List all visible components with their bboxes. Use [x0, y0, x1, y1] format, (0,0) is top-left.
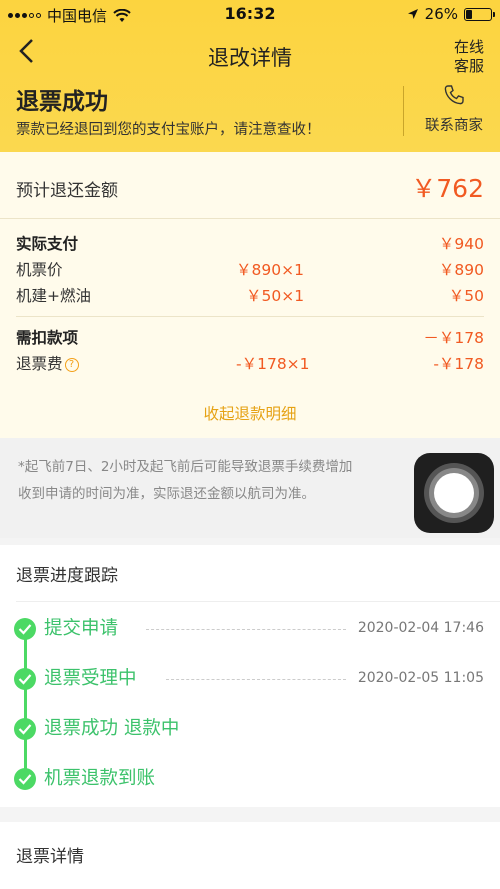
battery-percent: 26% — [424, 5, 458, 23]
divider — [0, 218, 500, 219]
ticket-price-unit: ￥890×1 — [236, 261, 304, 279]
contact-merchant-label: 联系商家 — [425, 118, 483, 134]
phone-icon — [444, 85, 464, 105]
progress-line — [24, 627, 27, 782]
paid-total: ￥940 — [438, 235, 484, 253]
page-title: 退改详情 — [208, 46, 292, 70]
check-icon — [14, 768, 36, 790]
check-icon — [14, 668, 36, 690]
divider — [16, 316, 484, 317]
help-icon[interactable]: ? — [64, 358, 79, 372]
step-dash — [146, 629, 346, 630]
step-label: 退票受理中 — [44, 668, 137, 689]
progress-title: 退票进度跟踪 — [16, 566, 118, 586]
assistive-ring — [434, 473, 474, 513]
fee-amount: -￥178 — [433, 355, 484, 373]
battery-icon — [464, 7, 495, 21]
notice-line-1: *起飞前7日、2小时及起飞前后可能导致退票手续费增加 — [18, 459, 353, 475]
progress-step: 机票退款到账 — [14, 765, 484, 793]
deduct-row: 需扣款项 －￥178 — [16, 326, 484, 350]
status-bar: 中国电信 16:32 26% — [0, 0, 500, 28]
collapse-details-button[interactable]: 收起退款明细 — [0, 402, 500, 424]
paid-row: 实际支付 ￥940 — [16, 232, 484, 256]
refund-status-title: 退票成功 — [16, 89, 108, 115]
step-time: 2020-02-04 17:46 — [357, 620, 484, 636]
fee-label: 退票费 — [16, 355, 63, 373]
refund-progress-section: 退票进度跟踪 提交申请 2020-02-04 17:46 退票受理中 2020-… — [0, 545, 500, 807]
check-icon — [14, 718, 36, 740]
ticket-price-label: 机票价 — [16, 261, 63, 279]
divider — [403, 86, 404, 136]
deduct-label: 需扣款项 — [16, 329, 79, 347]
progress-step: 退票受理中 2020-02-05 11:05 — [14, 665, 484, 693]
divider — [16, 601, 500, 602]
step-label: 退票成功 退款中 — [44, 718, 180, 739]
step-label: 机票退款到账 — [44, 768, 156, 789]
contact-merchant-button[interactable]: 联系商家 — [408, 84, 500, 135]
check-icon — [14, 618, 36, 640]
assistive-touch-button[interactable] — [414, 453, 494, 533]
refund-detail-section[interactable]: 退票详情 — [0, 822, 500, 889]
notice-line-2: 收到申请的时间为准，实际退还金额以航司为准。 — [18, 486, 315, 502]
tax-unit: ￥50×1 — [246, 287, 305, 305]
fee-row: 退票费? -￥178×1 -￥178 — [16, 352, 484, 376]
step-time: 2020-02-05 11:05 — [357, 670, 484, 686]
progress-step: 提交申请 2020-02-04 17:46 — [14, 615, 484, 643]
location-icon — [407, 9, 418, 19]
ticket-price-row: 机票价 ￥890×1 ￥890 — [16, 258, 484, 282]
tax-row: 机建+燃油 ￥50×1 ￥50 — [16, 284, 484, 308]
refund-detail-title: 退票详情 — [16, 847, 84, 867]
progress-step: 退票成功 退款中 — [14, 715, 484, 743]
refund-status-desc: 票款已经退回到您的支付宝账户，请注意查收！ — [16, 122, 321, 138]
header: 中国电信 16:32 26% 退改详情 在线客服 退票成功 票款已经退回到您的支… — [0, 0, 500, 152]
fee-unit: -￥178×1 — [236, 355, 310, 373]
tax-amount: ￥50 — [448, 287, 484, 305]
step-dash — [166, 679, 346, 680]
online-service-button[interactable]: 在线客服 — [452, 38, 486, 76]
estimated-refund-amount: ￥762 — [411, 174, 484, 203]
ticket-price-amount: ￥890 — [438, 261, 484, 279]
tax-label: 机建+燃油 — [16, 287, 91, 305]
deduct-total: －￥178 — [423, 329, 484, 347]
refund-card: 预计退还金额 ￥762 实际支付 ￥940 机票价 ￥890×1 ￥890 机建… — [0, 152, 500, 438]
status-right: 26% — [407, 5, 495, 23]
paid-label: 实际支付 — [16, 235, 79, 253]
step-label: 提交申请 — [44, 618, 119, 639]
fee-label-wrap: 退票费? — [16, 352, 79, 374]
estimated-refund-label: 预计退还金额 — [16, 181, 118, 201]
